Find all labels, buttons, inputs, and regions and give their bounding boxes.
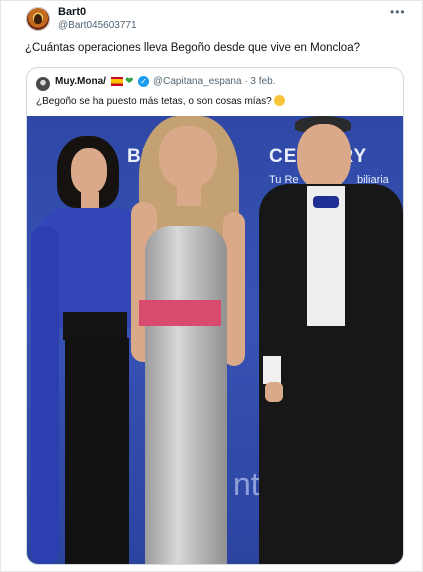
- quoted-photo[interactable]: BU H CENTURY Tu Re biliaria ntal: [27, 116, 403, 564]
- tweet-card: Bart0 @Bart045603771 ••• ¿Cuántas operac…: [0, 0, 423, 572]
- quoted-author-name[interactable]: Muy.Mona/: [55, 76, 106, 87]
- thinking-face-icon: [273, 95, 285, 106]
- spain-flag-icon: [111, 77, 123, 86]
- quoted-text: ¿Begoño se ha puesto más tetas, o son co…: [36, 96, 272, 107]
- author-handle[interactable]: @Bart045603771: [58, 20, 137, 31]
- quoted-text-row: ¿Begoño se ha puesto más tetas, o son co…: [36, 95, 285, 107]
- quoted-tweet[interactable]: Muy.Mona/ ❤ ✓ @Capitana_espana · 3 feb. …: [26, 67, 404, 565]
- avatar-figure: [34, 14, 42, 24]
- quoted-handle-date[interactable]: @Capitana_espana · 3 feb.: [153, 76, 275, 87]
- quoted-author-avatar[interactable]: [36, 77, 50, 91]
- author-name[interactable]: Bart0: [58, 6, 86, 18]
- author-avatar[interactable]: [26, 7, 50, 31]
- verified-badge-icon: ✓: [138, 76, 149, 87]
- green-heart-icon: ❤: [125, 76, 134, 87]
- tweet-text: ¿Cuántas operaciones lleva Begoño desde …: [25, 42, 360, 54]
- more-horizontal-icon[interactable]: •••: [390, 5, 406, 19]
